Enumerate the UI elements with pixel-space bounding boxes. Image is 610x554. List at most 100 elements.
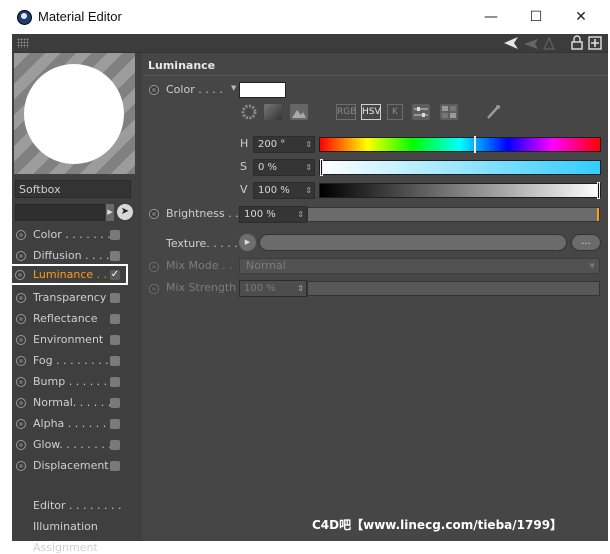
palette-icon[interactable] [440,104,458,120]
channel-transparency[interactable]: Transparency [12,288,142,308]
channel-label: Environment [33,333,104,346]
radio-icon [16,461,26,471]
pointer-icon[interactable]: ➤ [117,204,133,220]
channel-checkbox[interactable] [110,419,120,429]
channel-checkbox[interactable] [110,251,120,261]
channel-fog[interactable]: Fog . . . . . . . . . [12,351,142,371]
saturation-field[interactable]: 0 % ⇕ [253,159,315,176]
assignment-item[interactable]: Assignment [33,541,98,554]
minimize-button[interactable]: — [474,4,508,30]
channel-checkbox[interactable] [110,230,120,240]
channel-label: Normal. . . . . . . [33,396,119,409]
material-name-field[interactable]: Softbox [15,180,131,198]
check-icon[interactable]: ✓ [110,270,120,280]
value-label: V [240,183,248,196]
material-editor-icon [17,10,32,25]
maximize-button[interactable]: ☐ [519,4,553,30]
channel-normal[interactable]: Normal. . . . . . . [12,393,142,413]
brightness-handle[interactable] [597,208,599,221]
channel-checkbox[interactable] [110,377,120,387]
radio-icon[interactable] [149,85,159,95]
chevron-down-icon[interactable]: ▼ [231,84,236,92]
rgb-mode-button[interactable]: RGB [336,104,356,120]
radio-icon [16,440,26,450]
saturation-slider[interactable] [319,159,601,176]
brightness-field[interactable]: 100 % ⇕ [239,206,307,223]
channel-checkbox[interactable] [110,461,120,471]
kelvin-mode-button[interactable]: K [387,104,403,120]
play-icon[interactable]: ▶ [239,234,256,251]
mix-mode-value: Normal [246,259,286,272]
hue-slider[interactable] [319,136,601,153]
hsv-mode-button[interactable]: HSV [361,104,381,120]
channel-checkbox[interactable] [110,440,120,450]
chevron-down-icon: ▼ [589,262,595,270]
channel-diffusion[interactable]: Diffusion . . . . . [12,246,142,266]
texture-slot[interactable] [259,234,567,251]
hue-field[interactable]: 200 ° ⇕ [253,136,315,153]
value-field[interactable]: 100 % ⇕ [253,182,315,199]
saturation-handle[interactable] [320,159,323,176]
channel-checkbox[interactable] [110,293,120,303]
hue-label: H [240,137,249,150]
radio-icon [16,335,26,345]
play-icon[interactable]: ▶ [106,204,114,221]
section-header: Luminance [148,59,216,72]
toolbar-strip [12,34,608,53]
channel-label: Displacement [33,459,109,472]
channel-label: Fog . . . . . . . . . [33,354,116,367]
channel-checkbox[interactable] [110,356,120,366]
radio-icon [16,230,26,240]
radio-icon [16,314,26,324]
close-button[interactable]: ✕ [564,4,598,30]
lock-icon[interactable] [570,35,584,50]
saturation-label: S [240,160,247,173]
channel-color[interactable]: Color . . . . . . . . [12,225,142,245]
editor-item[interactable]: Editor . . . . . . . . [33,499,122,512]
channel-label: Diffusion . . . . . [33,249,117,262]
radio-icon [16,419,26,429]
preview-mode-combo[interactable] [15,204,105,221]
title-bar: Material Editor — ☐ ✕ [0,0,610,34]
channel-environment[interactable]: Environment [12,330,142,350]
channel-panel: Softbox ▶ ➤ Color . . . . . . . . Diffus… [12,53,142,554]
spectrum-icon[interactable] [264,104,282,120]
sliders-icon[interactable] [412,104,430,120]
value-slider[interactable] [319,182,601,199]
radio-icon [149,284,159,294]
mix-strength-label: Mix Strength [166,281,237,294]
channel-alpha[interactable]: Alpha . . . . . . . [12,414,142,434]
channel-glow[interactable]: Glow. . . . . . . . [12,435,142,455]
picture-icon[interactable] [290,104,308,120]
channel-reflectance[interactable]: Reflectance [12,309,142,329]
illumination-item[interactable]: Illumination [33,520,98,533]
color-wheel-icon[interactable] [240,104,258,120]
channel-label: Transparency [33,291,107,304]
channel-checkbox[interactable] [110,314,120,324]
channel-label: Color . . . . . . . . [33,228,118,241]
value-handle[interactable] [597,182,600,199]
channel-checkbox[interactable] [110,398,120,408]
channel-checkbox[interactable] [110,335,120,345]
back-arrow-icon[interactable] [502,36,558,50]
channel-bump[interactable]: Bump . . . . . . . [12,372,142,392]
color-swatch[interactable] [239,82,286,98]
radio-icon[interactable] [149,209,159,219]
saturation-value: 0 % [258,162,278,173]
color-label: Color . . . . [166,83,223,96]
radio-icon [16,377,26,387]
brightness-slider[interactable] [307,207,600,222]
new-window-icon[interactable] [588,36,602,50]
luminance-settings: Luminance Color . . . . ▼ RGB HSV K H 20… [144,53,608,541]
radio-icon [15,270,25,280]
brightness-value: 100 % [244,209,276,220]
hue-value: 200 ° [258,139,286,150]
grip-icon[interactable] [17,38,29,48]
channel-displacement[interactable]: Displacement [12,456,142,476]
texture-more-button[interactable]: ... [571,234,601,251]
eyedropper-icon[interactable] [484,104,502,120]
mix-strength-field: 100 % ⇕ [239,280,307,297]
material-preview[interactable] [14,53,135,174]
channel-luminance[interactable]: Luminance . . . ✓ [10,264,128,285]
hue-handle[interactable] [474,136,476,153]
